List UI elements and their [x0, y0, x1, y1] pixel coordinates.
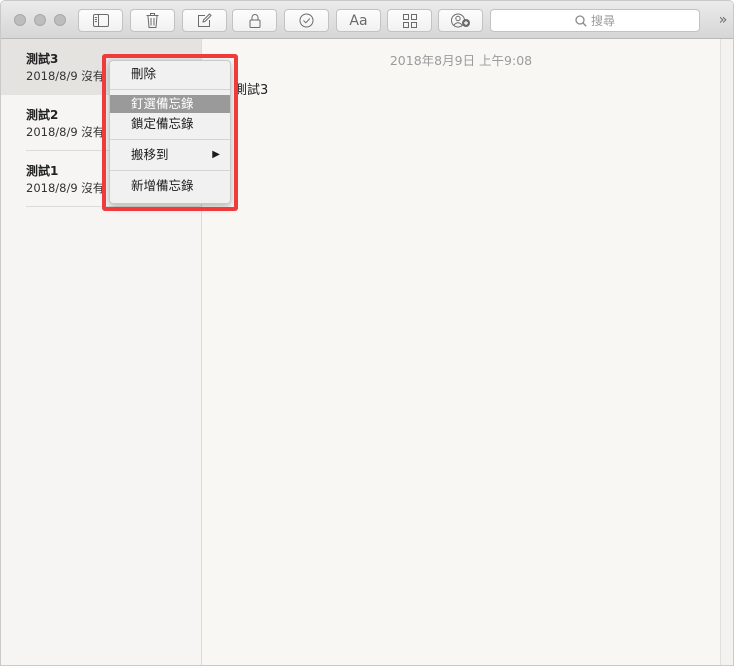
add-person-icon [450, 13, 470, 28]
search-placeholder: 搜尋 [590, 14, 615, 28]
close-window-button[interactable] [14, 14, 26, 26]
format-text-icon: Aa [349, 12, 368, 29]
search-icon [575, 14, 587, 27]
lock-note-button[interactable] [232, 9, 277, 32]
note-subtitle: 2018/8/9 沒有 [26, 181, 105, 195]
checkmark-circle-icon [299, 13, 314, 28]
minimize-window-button[interactable] [34, 14, 46, 26]
zoom-window-button[interactable] [54, 14, 66, 26]
toolbar-overflow-button[interactable]: » [714, 11, 732, 29]
notes-window: Aa 搜尋 » 測試3 2018/8/9 沒有 測試2 2018/8/9 沒有 … [0, 0, 734, 666]
toolbar: Aa 搜尋 » [1, 1, 733, 39]
note-title: 測試3 [26, 52, 59, 66]
new-note-button[interactable] [182, 9, 227, 32]
add-people-button[interactable] [438, 9, 483, 32]
double-chevron-right-icon: » [718, 12, 728, 28]
editor-right-edge [720, 39, 733, 665]
checklist-button[interactable] [284, 9, 329, 32]
note-title: 測試1 [26, 164, 59, 178]
delete-note-button[interactable] [130, 9, 175, 32]
note-subtitle: 2018/8/9 沒有 [26, 69, 105, 83]
format-button[interactable]: Aa [336, 9, 381, 32]
toggle-sidebar-button[interactable] [78, 9, 123, 32]
note-subtitle: 2018/8/9 沒有 [26, 125, 105, 139]
note-date: 2018年8月9日 上午9:08 [389, 53, 533, 68]
lock-icon [249, 14, 260, 28]
sidebar-icon [92, 14, 109, 27]
note-body[interactable]: 測試3 [234, 79, 268, 98]
red-highlight-box [102, 54, 238, 211]
attachments-browser-button[interactable] [387, 9, 432, 32]
note-editor[interactable]: 2018年8月9日 上午9:08 測試3 [202, 39, 720, 665]
grid-icon [402, 13, 417, 28]
search-field[interactable]: 搜尋 [490, 9, 700, 32]
compose-icon [198, 13, 212, 27]
note-title: 測試2 [26, 108, 59, 122]
trash-icon [146, 13, 159, 28]
